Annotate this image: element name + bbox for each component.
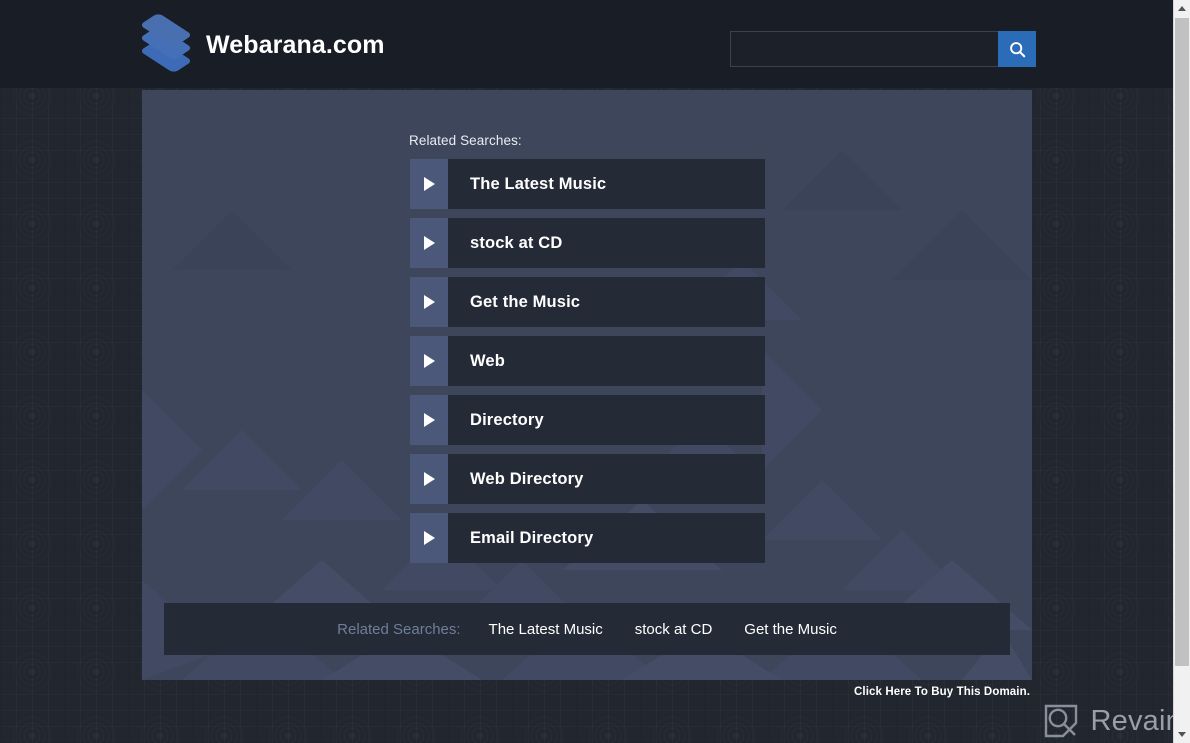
search-input[interactable] (730, 31, 998, 67)
play-arrow-icon (410, 513, 448, 563)
bottom-related-link[interactable]: Get the Music (744, 621, 837, 638)
site-header: Webarana.com (0, 0, 1176, 88)
list-item-label: Web (470, 351, 505, 370)
bottom-related-searches-bar: Related Searches: The Latest Music stock… (164, 603, 1010, 655)
bottom-related-label: Related Searches: (337, 620, 461, 638)
vertical-scrollbar[interactable] (1173, 0, 1190, 743)
list-item-label: The Latest Music (470, 174, 607, 193)
play-arrow-icon (410, 454, 448, 504)
search-bar (730, 31, 1036, 67)
list-item-label: Web Directory (470, 469, 584, 488)
list-item-label: stock at CD (470, 233, 563, 252)
play-arrow-icon (410, 159, 448, 209)
revain-logo-icon (1043, 703, 1079, 739)
play-arrow-icon (410, 395, 448, 445)
list-item[interactable]: stock at CD (410, 218, 765, 268)
list-item-label: Get the Music (470, 292, 581, 311)
play-arrow-icon (410, 336, 448, 386)
revain-watermark: Revain (1043, 703, 1182, 739)
list-item[interactable]: Web Directory (410, 454, 765, 504)
list-item[interactable]: The Latest Music (410, 159, 765, 209)
related-searches-list: The Latest Music stock at CD Get the Mus… (410, 159, 765, 572)
brand[interactable]: Webarana.com (139, 12, 385, 74)
revain-watermark-text: Revain (1090, 704, 1182, 737)
list-item-label: Email Directory (470, 528, 594, 547)
play-arrow-icon (410, 277, 448, 327)
page-title: Webarana.com (206, 30, 385, 59)
list-item-label: Directory (470, 410, 544, 429)
chevron-down-icon[interactable] (1174, 726, 1190, 743)
list-item[interactable]: Web (410, 336, 765, 386)
bottom-related-link[interactable]: The Latest Music (489, 621, 603, 638)
scrollbar-thumb[interactable] (1175, 18, 1189, 666)
list-item[interactable]: Directory (410, 395, 765, 445)
search-button[interactable] (998, 31, 1036, 67)
buy-domain-link[interactable]: Click Here To Buy This Domain. (854, 686, 1030, 698)
list-item[interactable]: Get the Music (410, 277, 765, 327)
chevron-up-icon[interactable] (1174, 0, 1190, 17)
content-panel: Related Searches: The Latest Music stock… (142, 90, 1032, 680)
bottom-related-link[interactable]: stock at CD (635, 621, 713, 638)
stacked-layers-icon (139, 12, 193, 74)
list-item[interactable]: Email Directory (410, 513, 765, 563)
related-searches-label: Related Searches: (409, 133, 522, 148)
play-arrow-icon (410, 218, 448, 268)
search-icon (1009, 41, 1026, 58)
